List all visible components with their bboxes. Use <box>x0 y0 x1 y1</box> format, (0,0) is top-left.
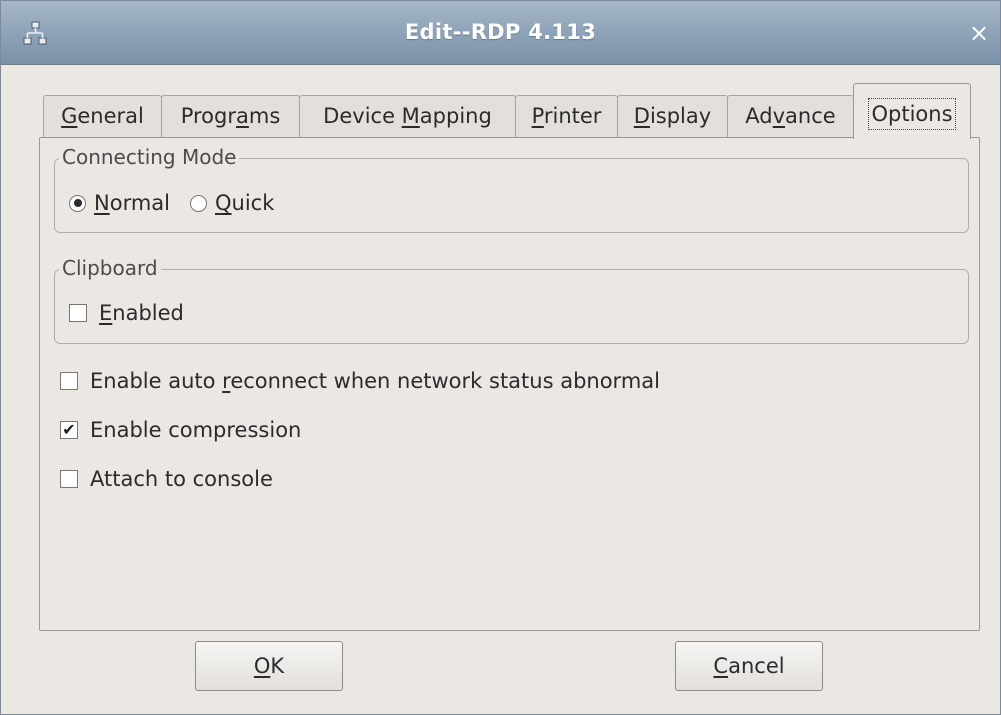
title-bar[interactable]: Edit--RDP 4.113 × <box>1 1 1000 65</box>
clipboard-enabled-checkbox[interactable] <box>69 304 87 322</box>
checkmark-icon: ✔ <box>62 420 76 439</box>
radio-selected-dot <box>73 199 82 207</box>
tab-programs[interactable]: Programs <box>161 95 300 137</box>
tab-display[interactable]: Display <box>617 95 728 137</box>
radio-normal[interactable] <box>69 194 86 212</box>
ok-button[interactable]: OK <box>195 641 343 691</box>
clipboard-group: Clipboard Enabled <box>54 256 969 344</box>
compression-row[interactable]: ✔ Enable compression <box>60 418 301 442</box>
attach-console-label[interactable]: Attach to console <box>90 467 273 491</box>
tab-printer[interactable]: Printer <box>515 95 618 137</box>
options-panel: Connecting Mode Normal Quick Clipboard E… <box>39 137 980 631</box>
connecting-mode-group: Connecting Mode Normal Quick <box>54 145 969 233</box>
connecting-mode-legend: Connecting Mode <box>59 145 240 169</box>
radio-normal-label[interactable]: Normal <box>94 191 170 215</box>
cancel-button[interactable]: Cancel <box>675 641 823 691</box>
tab-general[interactable]: General <box>43 95 162 137</box>
tab-device-mapping[interactable]: Device Mapping <box>299 95 516 137</box>
compression-checkbox[interactable]: ✔ <box>60 421 78 439</box>
tab-options-label: Options <box>868 98 956 130</box>
window-title: Edit--RDP 4.113 <box>404 20 597 44</box>
connecting-mode-options: Normal Quick <box>69 191 294 215</box>
close-icon[interactable]: × <box>965 19 993 47</box>
compression-label[interactable]: Enable compression <box>90 418 301 442</box>
edit-rdp-dialog: Edit--RDP 4.113 × General Programs Devic… <box>0 0 1001 715</box>
attach-console-row[interactable]: Attach to console <box>60 467 273 491</box>
auto-reconnect-row[interactable]: Enable auto reconnect when network statu… <box>60 369 660 393</box>
attach-console-checkbox[interactable] <box>60 470 78 488</box>
clipboard-enabled-label[interactable]: Enabled <box>99 301 184 325</box>
radio-quick[interactable] <box>190 194 207 212</box>
tab-options[interactable]: Options <box>853 83 971 139</box>
tab-advance[interactable]: Advance <box>727 95 854 137</box>
auto-reconnect-label[interactable]: Enable auto reconnect when network statu… <box>90 369 660 393</box>
clipboard-legend: Clipboard <box>59 256 161 280</box>
auto-reconnect-checkbox[interactable] <box>60 372 78 390</box>
clipboard-enabled-row[interactable]: Enabled <box>69 301 184 325</box>
tab-bar: General Programs Device Mapping Printer … <box>43 83 973 139</box>
radio-quick-label[interactable]: Quick <box>215 191 274 215</box>
